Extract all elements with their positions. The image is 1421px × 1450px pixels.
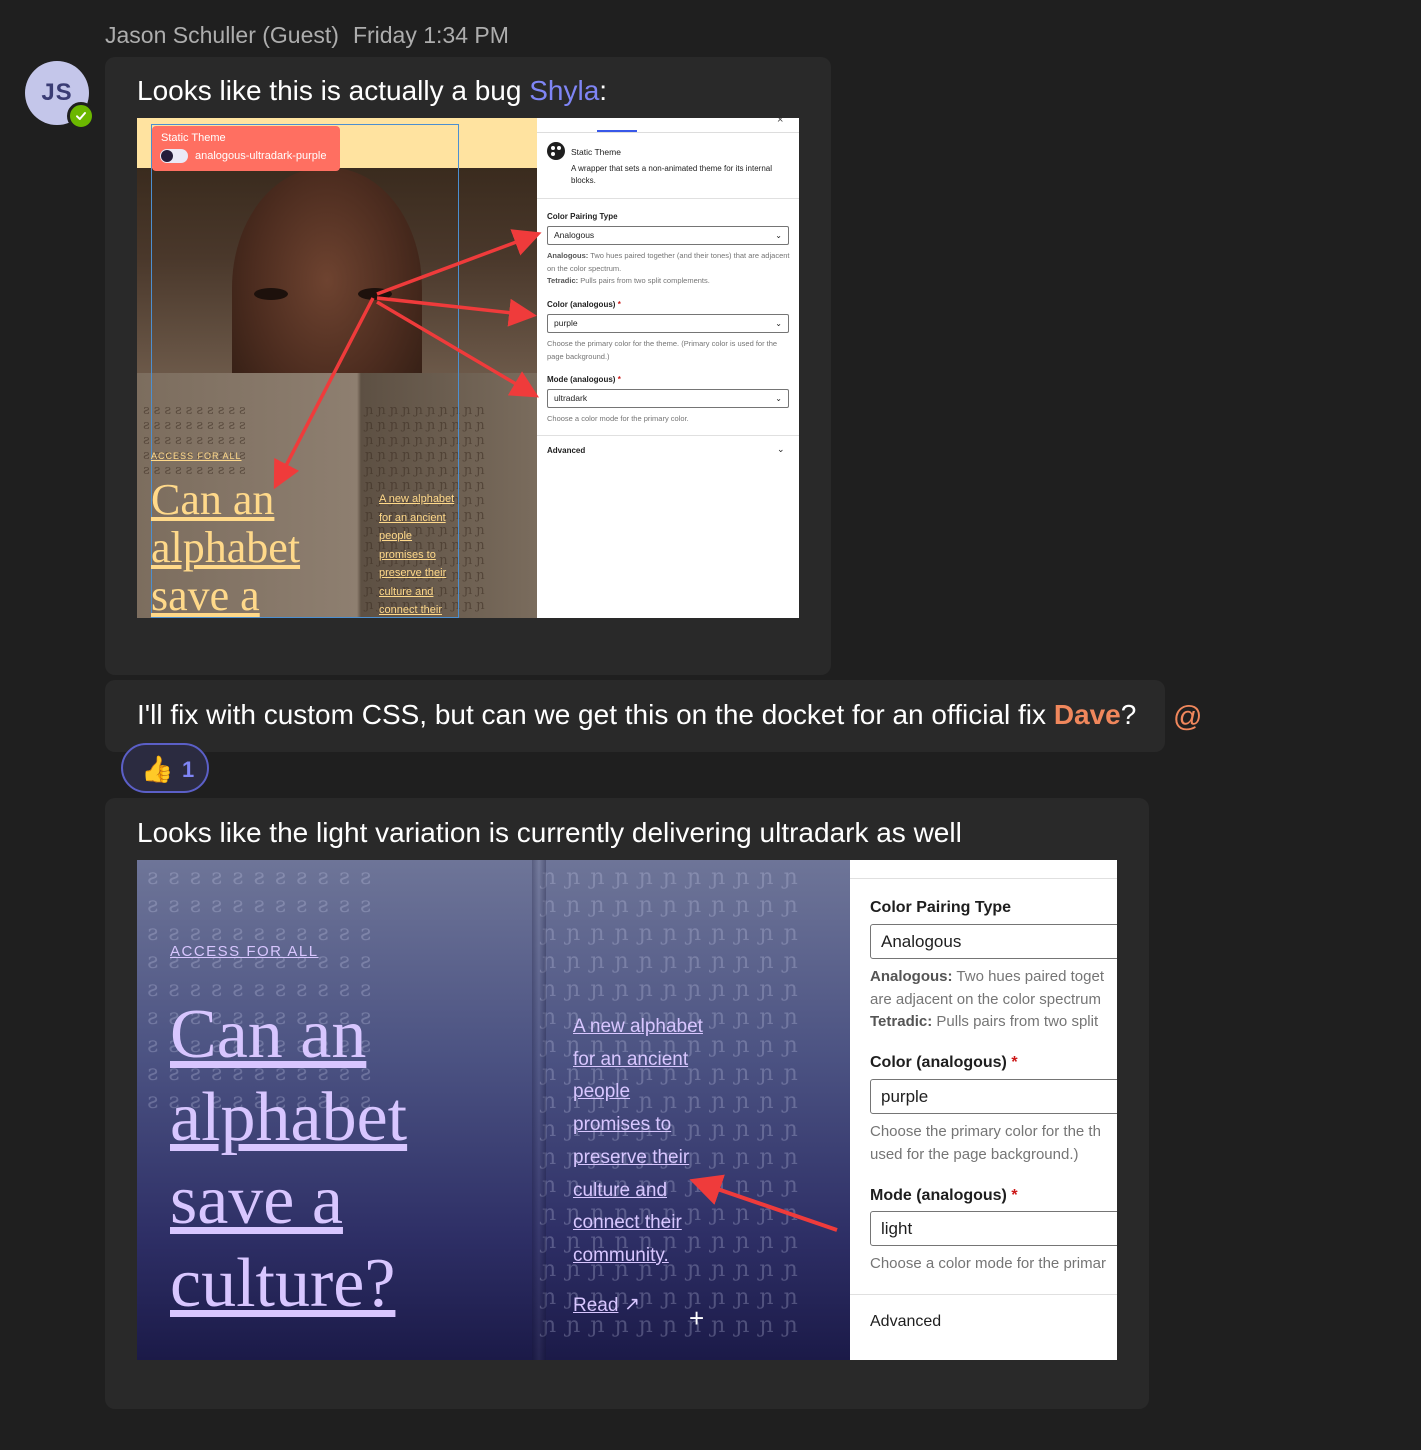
- mention-at-icon: @: [1173, 701, 1203, 733]
- mention-link[interactable]: Shyla: [529, 75, 599, 106]
- annotation-arrows: [689, 1174, 838, 1232]
- thumbs-up-icon: 👍: [141, 754, 174, 784]
- reaction-like[interactable]: 👍 1: [121, 743, 209, 793]
- arrow: [376, 300, 540, 398]
- arrow: [376, 296, 537, 327]
- mention-link[interactable]: Dave: [1054, 699, 1121, 730]
- message-text: Looks like this is actually a bug Shyla:: [137, 75, 608, 106]
- arrow: [376, 229, 542, 296]
- sender-name[interactable]: Jason Schuller (Guest): [105, 22, 339, 48]
- presence-available-icon: [67, 102, 95, 130]
- attached-screenshot[interactable]: ƨƨƨƨƨƨƨƨƨƨ ƨƨƨƨƨƨƨƨƨƨ ƨƨƨƨƨƨƨƨƨƨ ƨƨƨƨƨƨƨƨƨƨ…: [137, 118, 799, 618]
- message-text: I'll fix with custom CSS, but can we get…: [137, 699, 1137, 730]
- arrow: [689, 1174, 838, 1232]
- message-header: Jason Schuller (Guest) Friday 1:34 PM: [105, 22, 509, 49]
- avatar-initials: JS: [41, 79, 73, 106]
- message-timestamp: Friday 1:34 PM: [352, 22, 509, 48]
- annotation-arrows: [273, 229, 542, 490]
- arrow: [273, 297, 375, 490]
- attached-screenshot[interactable]: ƨƨƨƨƨƨƨƨƨƨƨ ƨƨƨƨƨƨƨƨƨƨƨ ƨƨƨƨƨƨƨƨƨƨƨ ƨƨƨƨ…: [137, 860, 1117, 1360]
- message-text: Looks like the light variation is curren…: [137, 817, 962, 848]
- reaction-count: 1: [182, 757, 195, 782]
